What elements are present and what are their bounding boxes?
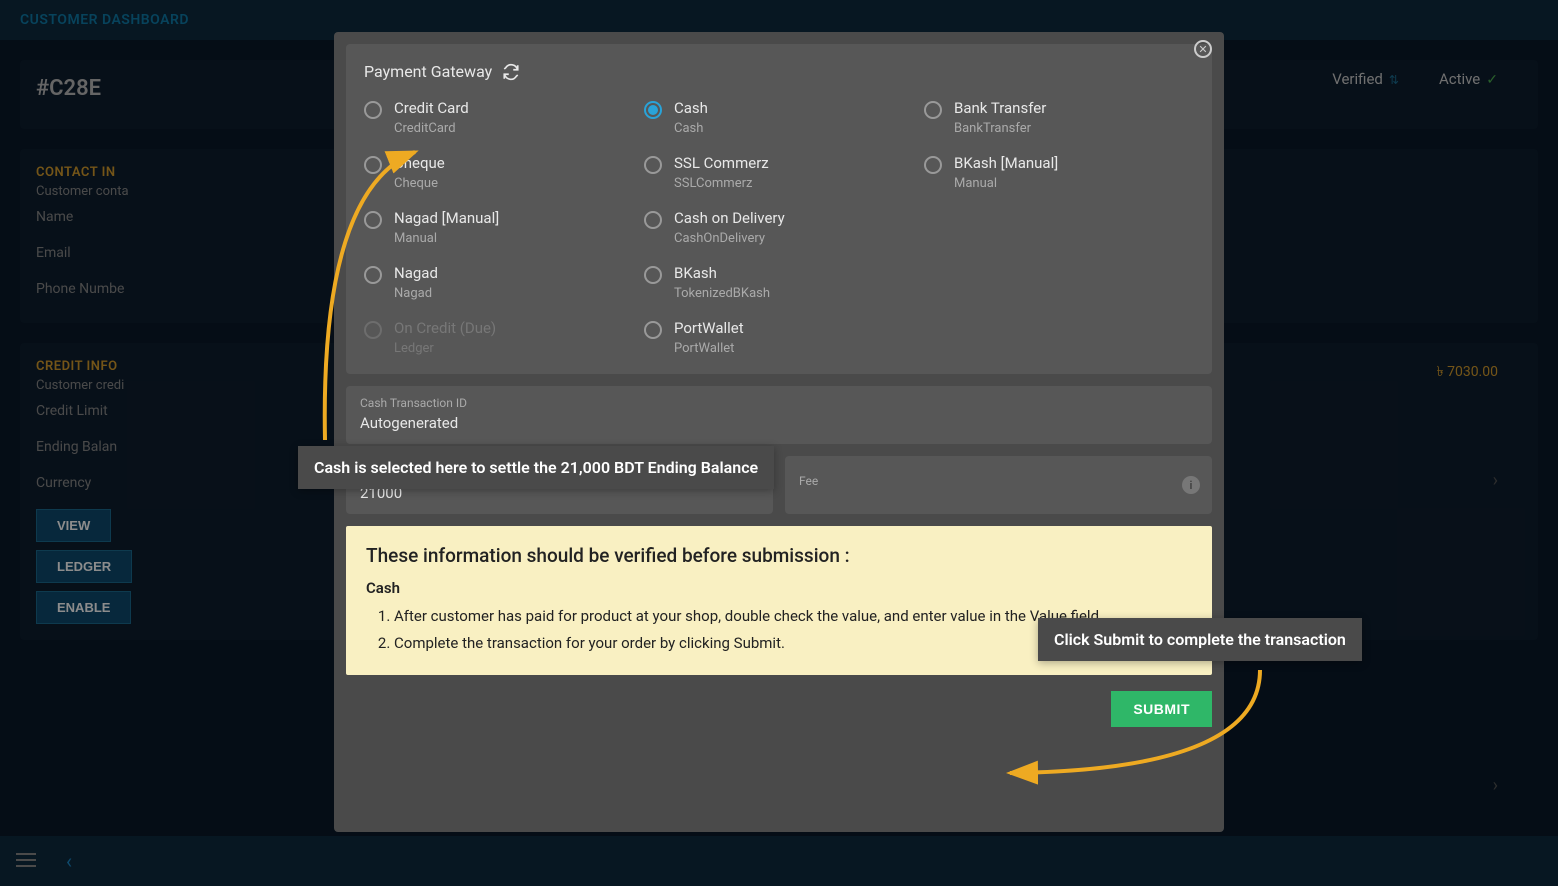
gateway-option-ssl[interactable]: SSL Commerz SSLCommerz (644, 154, 914, 191)
gateway-option-bkash[interactable]: BKash TokenizedBKash (644, 264, 914, 301)
gateway-label: Cash on Delivery (674, 209, 785, 227)
gateway-label: Nagad (394, 264, 438, 282)
gateway-option-nagad[interactable]: Nagad Nagad (364, 264, 634, 301)
gateway-option-cod[interactable]: Cash on Delivery CashOnDelivery (644, 209, 914, 246)
radio-icon (644, 266, 662, 284)
txn-id-value[interactable]: Autogenerated (360, 414, 1198, 432)
gateway-sublabel: SSLCommerz (674, 176, 769, 191)
gateway-sublabel: Cash (674, 121, 708, 136)
radio-icon (644, 156, 662, 174)
gateway-label: PortWallet (674, 319, 744, 337)
info-heading: These information should be verified bef… (366, 544, 1192, 567)
gateway-sublabel: Manual (394, 231, 499, 246)
radio-icon (924, 156, 942, 174)
modal-title: Payment Gateway (364, 62, 492, 81)
gateway-label: On Credit (Due) (394, 319, 496, 337)
info-icon[interactable]: i (1182, 476, 1200, 494)
gateway-option-cash[interactable]: Cash Cash (644, 99, 914, 136)
gateway-option-bank[interactable]: Bank Transfer BankTransfer (924, 99, 1194, 136)
gateway-label: Credit Card (394, 99, 469, 117)
info-method: Cash (366, 579, 1192, 597)
refresh-icon[interactable] (502, 63, 520, 81)
annotation-click-submit: Click Submit to complete the transaction (1038, 618, 1362, 661)
gateway-label: Bank Transfer (954, 99, 1046, 117)
radio-icon (644, 211, 662, 229)
gateway-label: SSL Commerz (674, 154, 769, 172)
radio-icon (364, 266, 382, 284)
radio-icon (924, 101, 942, 119)
gateway-option-credit_card[interactable]: Credit Card CreditCard (364, 99, 634, 136)
radio-icon (644, 101, 662, 119)
gateway-sublabel: CreditCard (394, 121, 469, 136)
gateway-option-bkash_manual[interactable]: BKash [Manual] Manual (924, 154, 1194, 191)
gateway-sublabel: Cheque (394, 176, 445, 191)
gateway-label: Cash (674, 99, 708, 117)
radio-icon (644, 321, 662, 339)
gateway-sublabel: Manual (954, 176, 1058, 191)
radio-icon (364, 211, 382, 229)
gateway-label: Nagad [Manual] (394, 209, 499, 227)
gateway-option-on_credit: On Credit (Due) Ledger (364, 319, 634, 356)
gateway-sublabel: Ledger (394, 341, 496, 356)
gateway-sublabel: BankTransfer (954, 121, 1046, 136)
gateway-option-cheque[interactable]: Cheque Cheque (364, 154, 634, 191)
gateway-sublabel: Nagad (394, 286, 438, 301)
gateway-sublabel: CashOnDelivery (674, 231, 785, 246)
modal-overlay: ✕ Payment Gateway Credit CardCreditCardC… (0, 0, 1558, 886)
gateway-sublabel: TokenizedBKash (674, 286, 770, 301)
radio-icon (364, 101, 382, 119)
gateway-label: Cheque (394, 154, 445, 172)
close-icon[interactable]: ✕ (1194, 40, 1212, 58)
txn-id-label: Cash Transaction ID (360, 396, 1198, 410)
gateway-sublabel: PortWallet (674, 341, 744, 356)
gateway-option-nagad_manual[interactable]: Nagad [Manual] Manual (364, 209, 634, 246)
fee-label: Fee (799, 474, 1198, 488)
gateway-label: BKash [Manual] (954, 154, 1058, 172)
gateway-label: BKash (674, 264, 770, 282)
submit-button[interactable]: SUBMIT (1111, 691, 1212, 727)
radio-icon (364, 321, 382, 339)
annotation-cash-selected: Cash is selected here to settle the 21,0… (298, 446, 774, 489)
gateway-option-portwallet[interactable]: PortWallet PortWallet (644, 319, 914, 356)
radio-icon (364, 156, 382, 174)
payment-modal: ✕ Payment Gateway Credit CardCreditCardC… (334, 32, 1224, 832)
